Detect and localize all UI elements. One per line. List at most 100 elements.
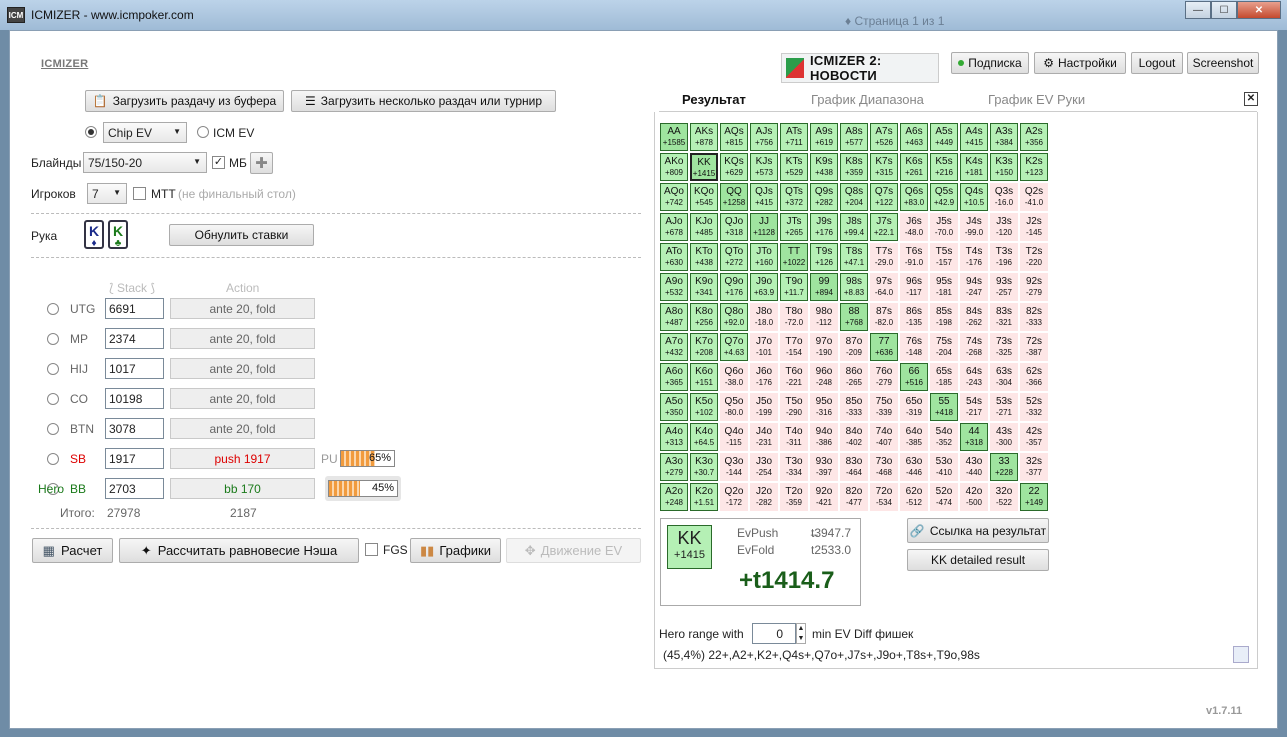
- calculate-button[interactable]: ▦ Расчет: [32, 538, 113, 563]
- hand-cell-k7o[interactable]: K7o +208: [690, 333, 718, 361]
- hand-cell-83s[interactable]: 83s -321: [990, 303, 1018, 331]
- hand-cell-qto[interactable]: QTo +272: [720, 243, 748, 271]
- action-field[interactable]: ante 20, fold: [170, 298, 315, 319]
- hand-cell-85o[interactable]: 85o -333: [840, 393, 868, 421]
- screenshot-button[interactable]: Screenshot: [1187, 52, 1259, 74]
- hand-cell-j2s[interactable]: J2s -145: [1020, 213, 1048, 241]
- hero-card-2[interactable]: K ♣: [108, 220, 128, 249]
- min-ev-diff-input[interactable]: 0: [752, 623, 796, 644]
- action-field[interactable]: ante 20, fold: [170, 388, 315, 409]
- hand-cell-53o[interactable]: 53o -410: [930, 453, 958, 481]
- stepper-down-icon[interactable]: ▼: [797, 634, 805, 644]
- hand-cell-98s[interactable]: 98s +8.83: [840, 273, 868, 301]
- ev-mode-select[interactable]: Chip EV ▼: [103, 122, 187, 143]
- hand-cell-q4o[interactable]: Q4o -115: [720, 423, 748, 451]
- action-field[interactable]: ante 20, fold: [170, 358, 315, 379]
- load-multi-button[interactable]: ☰ Загрузить несколько раздач или турнир: [291, 90, 556, 112]
- hand-cell-t7o[interactable]: T7o -154: [780, 333, 808, 361]
- hand-cell-j9s[interactable]: J9s +176: [810, 213, 838, 241]
- hand-cell-86o[interactable]: 86o -265: [840, 363, 868, 391]
- minimize-button[interactable]: —: [1185, 1, 1211, 19]
- hand-cell-93o[interactable]: 93o -397: [810, 453, 838, 481]
- hand-cell-q7s[interactable]: Q7s +122: [870, 183, 898, 211]
- hand-cell-84s[interactable]: 84s -262: [960, 303, 988, 331]
- hand-cell-63o[interactable]: 63o -446: [900, 453, 928, 481]
- hand-cell-62s[interactable]: 62s -366: [1020, 363, 1048, 391]
- hand-cell-ato[interactable]: ATo +630: [660, 243, 688, 271]
- hand-cell-k5s[interactable]: K5s +216: [930, 153, 958, 181]
- hand-cell-82o[interactable]: 82o -477: [840, 483, 868, 511]
- fgs-checkbox[interactable]: [365, 543, 378, 556]
- hand-cell-k4o[interactable]: K4o +64.5: [690, 423, 718, 451]
- hand-cell-ajo[interactable]: AJo +678: [660, 213, 688, 241]
- hand-cell-jts[interactable]: JTs +265: [780, 213, 808, 241]
- hand-cell-t6o[interactable]: T6o -221: [780, 363, 808, 391]
- hand-cell-t2o[interactable]: T2o -359: [780, 483, 808, 511]
- hand-cell-kjs[interactable]: KJs +573: [750, 153, 778, 181]
- hand-cell-76o[interactable]: 76o -279: [870, 363, 898, 391]
- hand-cell-a7o[interactable]: A7o +432: [660, 333, 688, 361]
- subscription-button[interactable]: Подписка: [951, 52, 1029, 74]
- hand-cell-32s[interactable]: 32s -377: [1020, 453, 1048, 481]
- hand-cell-66[interactable]: 66 +516: [900, 363, 928, 391]
- hand-cell-72s[interactable]: 72s -387: [1020, 333, 1048, 361]
- hand-cell-87s[interactable]: 87s -82.0: [870, 303, 898, 331]
- hand-cell-t4s[interactable]: T4s -176: [960, 243, 988, 271]
- hand-cell-j4o[interactable]: J4o -231: [750, 423, 778, 451]
- hand-cell-k6o[interactable]: K6o +151: [690, 363, 718, 391]
- action-field[interactable]: ante 20, fold: [170, 328, 315, 349]
- hand-cell-q5o[interactable]: Q5o -80.0: [720, 393, 748, 421]
- hand-cell-22[interactable]: 22 +149: [1020, 483, 1048, 511]
- hand-cell-kqs[interactable]: KQs +629: [720, 153, 748, 181]
- hand-cell-t8s[interactable]: T8s +47.1: [840, 243, 868, 271]
- hand-cell-a8o[interactable]: A8o +487: [660, 303, 688, 331]
- hand-cell-a5o[interactable]: A5o +350: [660, 393, 688, 421]
- hand-cell-t2s[interactable]: T2s -220: [1020, 243, 1048, 271]
- hand-cell-j5s[interactable]: J5s -70.0: [930, 213, 958, 241]
- hand-cell-j6o[interactable]: J6o -176: [750, 363, 778, 391]
- hand-cell-q2s[interactable]: Q2s -41.0: [1020, 183, 1048, 211]
- hand-cell-j3s[interactable]: J3s -120: [990, 213, 1018, 241]
- hand-cell-44[interactable]: 44 +318: [960, 423, 988, 451]
- hand-cell-k8o[interactable]: K8o +256: [690, 303, 718, 331]
- hand-cell-q5s[interactable]: Q5s +42.9: [930, 183, 958, 211]
- hand-cell-96o[interactable]: 96o -248: [810, 363, 838, 391]
- hand-cell-55[interactable]: 55 +418: [930, 393, 958, 421]
- hand-cell-99[interactable]: 99 +894: [810, 273, 838, 301]
- hand-cell-k4s[interactable]: K4s +181: [960, 153, 988, 181]
- hand-cell-jj[interactable]: JJ +1128: [750, 213, 778, 241]
- hand-cell-97s[interactable]: 97s -64.0: [870, 273, 898, 301]
- graphs-button[interactable]: ▮▮ Графики: [410, 538, 501, 563]
- action-field[interactable]: push 1917: [170, 448, 315, 469]
- hand-cell-j5o[interactable]: J5o -199: [750, 393, 778, 421]
- hand-cell-q3s[interactable]: Q3s -16.0: [990, 183, 1018, 211]
- logout-button[interactable]: Logout: [1131, 52, 1183, 74]
- hand-cell-t4o[interactable]: T4o -311: [780, 423, 808, 451]
- hand-cell-54s[interactable]: 54s -217: [960, 393, 988, 421]
- hand-cell-82s[interactable]: 82s -333: [1020, 303, 1048, 331]
- mb-checkbox[interactable]: ✓: [212, 156, 225, 169]
- hand-cell-t3o[interactable]: T3o -334: [780, 453, 808, 481]
- chip-ev-radio[interactable]: [85, 126, 97, 138]
- result-link-button[interactable]: 🔗 Ссылка на результат: [907, 518, 1049, 543]
- hand-cell-t9o[interactable]: T9o +11.7: [780, 273, 808, 301]
- stack-input[interactable]: 2374: [105, 328, 164, 349]
- hand-cell-a3s[interactable]: A3s +384: [990, 123, 1018, 151]
- copy-icon[interactable]: [1233, 646, 1249, 663]
- hand-cell-64s[interactable]: 64s -243: [960, 363, 988, 391]
- stepper-up-icon[interactable]: ▲: [797, 624, 805, 634]
- hand-cell-jto[interactable]: JTo +160: [750, 243, 778, 271]
- stack-input[interactable]: 3078: [105, 418, 164, 439]
- hand-cell-83o[interactable]: 83o -464: [840, 453, 868, 481]
- hand-cell-92o[interactable]: 92o -421: [810, 483, 838, 511]
- hand-cell-k9o[interactable]: K9o +341: [690, 273, 718, 301]
- hand-cell-64o[interactable]: 64o -385: [900, 423, 928, 451]
- close-button[interactable]: ✕: [1237, 1, 1281, 19]
- hand-cell-ako[interactable]: AKo +809: [660, 153, 688, 181]
- hand-cell-65o[interactable]: 65o -319: [900, 393, 928, 421]
- hand-cell-98o[interactable]: 98o -112: [810, 303, 838, 331]
- hand-cell-73o[interactable]: 73o -468: [870, 453, 898, 481]
- hand-cell-j7s[interactable]: J7s +22.1: [870, 213, 898, 241]
- hand-cell-j6s[interactable]: J6s -48.0: [900, 213, 928, 241]
- detailed-result-button[interactable]: KK detailed result: [907, 549, 1049, 571]
